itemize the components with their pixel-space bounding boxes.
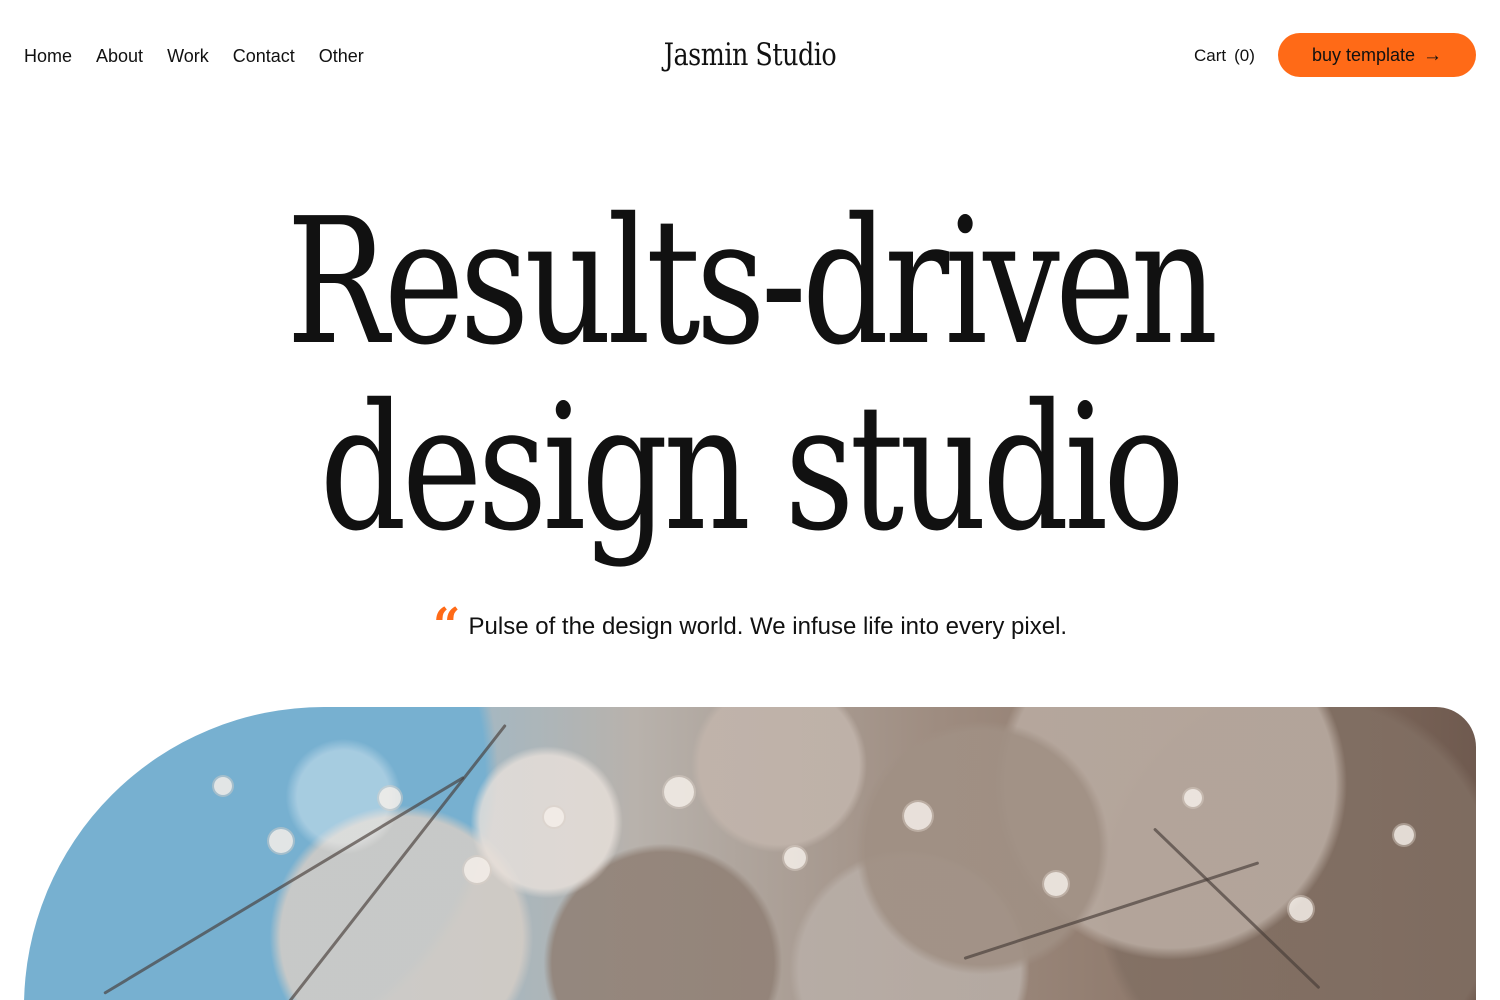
arrow-right-icon: → (1423, 45, 1443, 66)
main-nav: Home About Work Contact Other (24, 42, 364, 70)
blossom-shape (664, 777, 694, 807)
blossom-shape (784, 847, 806, 869)
brand-logo[interactable]: Jasmin Studio (660, 32, 840, 78)
hero-image-cherry-blossoms (24, 707, 1476, 1000)
blossom-shape (269, 829, 293, 853)
blossom-shape (1044, 872, 1068, 896)
quote-text: Pulse of the design world. We infuse lif… (468, 613, 1068, 640)
hero-quote: “Pulse of the design world. We infuse li… (0, 602, 1500, 650)
cart-label: Cart (1194, 46, 1227, 65)
nav-about-link[interactable]: About (96, 42, 143, 70)
hero-title: Results-driven design studio (0, 190, 1500, 562)
blossom-shape (379, 787, 401, 809)
blossom-shape (1184, 789, 1202, 807)
branch-shape (103, 775, 465, 995)
blossom-shape (904, 802, 932, 830)
blossom-shape (1394, 825, 1414, 845)
nav-other-link[interactable]: Other (319, 42, 364, 70)
blossom-shape (464, 857, 490, 883)
blossom-shape (1289, 897, 1313, 921)
nav-home-link[interactable]: Home (24, 42, 72, 70)
site-header: Home About Work Contact Other Jasmin Stu… (0, 0, 1500, 112)
blossom-shape (214, 777, 232, 795)
cart-link[interactable]: Cart (0) (1194, 42, 1255, 70)
cart-count: (0) (1234, 46, 1255, 65)
page: Home About Work Contact Other Jasmin Stu… (0, 0, 1500, 1000)
branch-shape (963, 861, 1260, 960)
nav-work-link[interactable]: Work (167, 42, 209, 70)
buy-template-label: buy template (1311, 45, 1416, 65)
buy-template-button[interactable]: buy template → (1278, 33, 1476, 77)
hero-title-line-1: Results-driven (286, 181, 1218, 384)
hero-title-line-2: design studio (319, 367, 1185, 570)
blossom-shape (544, 807, 564, 827)
quote-icon: “ (432, 598, 461, 654)
nav-contact-link[interactable]: Contact (233, 42, 295, 70)
